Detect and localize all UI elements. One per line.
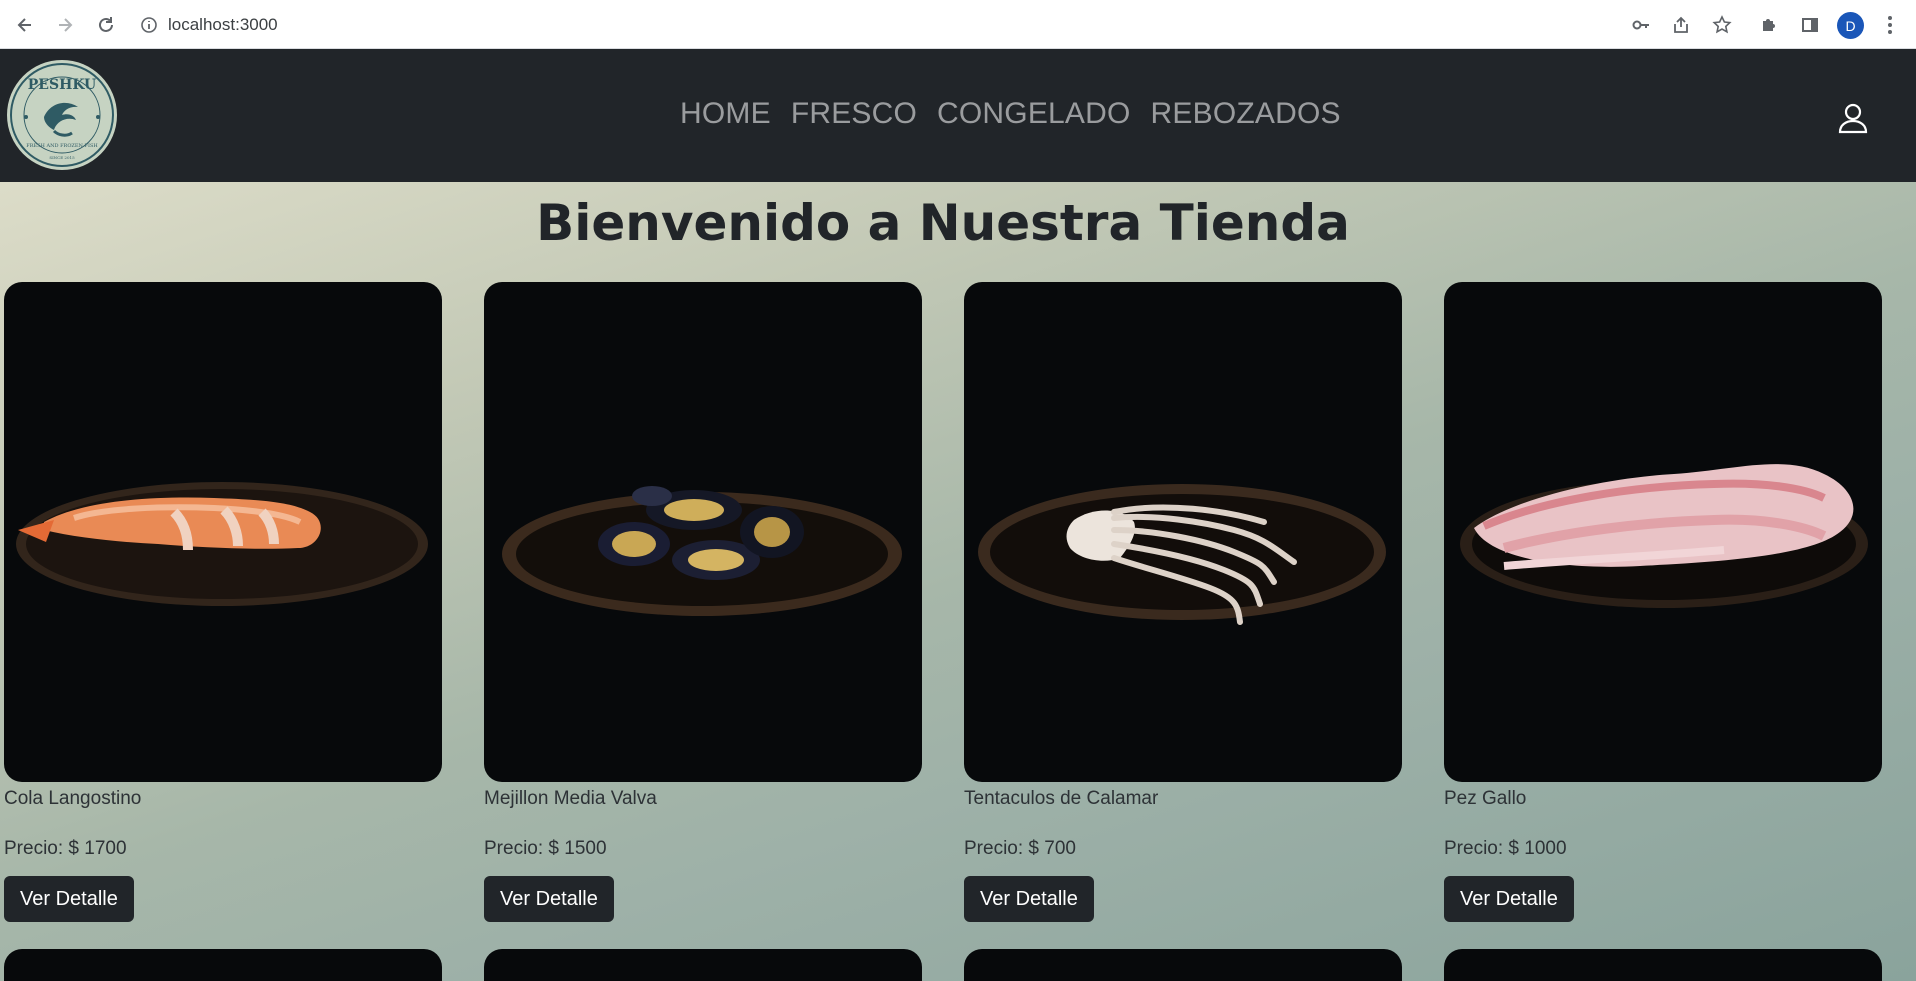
- page-title: Bienvenido a Nuestra Tienda: [536, 194, 1350, 252]
- svg-text:PESHKU: PESHKU: [28, 77, 96, 93]
- browser-menu-button[interactable]: [1882, 13, 1898, 37]
- product-card: Tentaculos de Calamar Precio: $ 700 Ver …: [964, 282, 1402, 922]
- product-price: Precio: $ 1500: [484, 838, 607, 859]
- nav-item-rebozados[interactable]: REBOZADOS: [1151, 97, 1341, 131]
- arrow-left-icon: [17, 18, 31, 32]
- share-button[interactable]: [1670, 14, 1692, 36]
- svg-text:FRESH AND FROZEN FISH: FRESH AND FROZEN FISH: [26, 143, 98, 149]
- product-card-partial: [1444, 949, 1882, 981]
- password-key-button[interactable]: [1630, 14, 1652, 36]
- product-image: [484, 282, 922, 782]
- product-card-partial: [484, 949, 922, 981]
- arrow-right-icon: [59, 18, 73, 32]
- product-image: [1444, 282, 1882, 782]
- reload-icon: [99, 17, 113, 32]
- svg-text:SINCE 2015: SINCE 2015: [49, 155, 75, 160]
- product-name: Mejillon Media Valva: [484, 788, 657, 809]
- url-text: localhost:3000: [168, 15, 278, 34]
- profile-avatar[interactable]: D: [1837, 12, 1864, 39]
- main-menu: HOME FRESCO CONGELADO REBOZADOS: [680, 97, 1341, 131]
- bookmark-button[interactable]: [1711, 14, 1733, 36]
- key-icon: [1632, 20, 1649, 30]
- ver-detalle-button[interactable]: Ver Detalle: [964, 876, 1094, 922]
- product-price: Precio: $ 1000: [1444, 838, 1567, 859]
- product-image: [4, 282, 442, 782]
- nav-item-congelado[interactable]: CONGELADO: [937, 97, 1131, 131]
- site-navbar: PESHKU FRESH AND FROZEN FISH SINCE 2015 …: [0, 49, 1916, 182]
- product-price: Precio: $ 1700: [4, 838, 127, 859]
- puzzle-icon: [1763, 19, 1775, 31]
- info-icon: [141, 17, 157, 33]
- product-card: Mejillon Media Valva Precio: $ 1500 Ver …: [484, 282, 922, 922]
- back-button[interactable]: [13, 13, 37, 37]
- product-name: Pez Gallo: [1444, 788, 1527, 809]
- product-name: Cola Langostino: [4, 788, 142, 809]
- address-bar[interactable]: localhost:3000: [140, 12, 278, 38]
- ver-detalle-button[interactable]: Ver Detalle: [484, 876, 614, 922]
- nav-item-home[interactable]: HOME: [680, 97, 771, 131]
- product-image: [964, 282, 1402, 782]
- product-card-partial: [964, 949, 1402, 981]
- nav-item-fresco[interactable]: FRESCO: [791, 97, 917, 131]
- forward-button[interactable]: [53, 13, 77, 37]
- product-card: Cola Langostino Precio: $ 1700 Ver Detal…: [4, 282, 442, 922]
- product-price: Precio: $ 700: [964, 838, 1076, 859]
- extensions-button[interactable]: [1758, 14, 1780, 36]
- side-panel-button[interactable]: [1799, 14, 1821, 36]
- product-card: Pez Gallo Precio: $ 1000 Ver Detalle: [1444, 282, 1882, 922]
- ver-detalle-button[interactable]: Ver Detalle: [4, 876, 134, 922]
- product-name: Tentaculos de Calamar: [964, 788, 1159, 809]
- store-page: Bienvenido a Nuestra Tienda Cola Langost…: [0, 182, 1916, 981]
- star-icon: [1712, 15, 1732, 34]
- browser-toolbar: localhost:3000 D: [0, 0, 1916, 49]
- ver-detalle-button[interactable]: Ver Detalle: [1444, 876, 1574, 922]
- side-panel-icon: [1802, 18, 1818, 32]
- user-account-icon[interactable]: [1836, 101, 1870, 135]
- reload-button[interactable]: [94, 13, 118, 37]
- product-card-partial: [4, 949, 442, 981]
- share-icon: [1674, 16, 1688, 33]
- peshku-logo[interactable]: PESHKU FRESH AND FROZEN FISH SINCE 2015: [6, 59, 118, 171]
